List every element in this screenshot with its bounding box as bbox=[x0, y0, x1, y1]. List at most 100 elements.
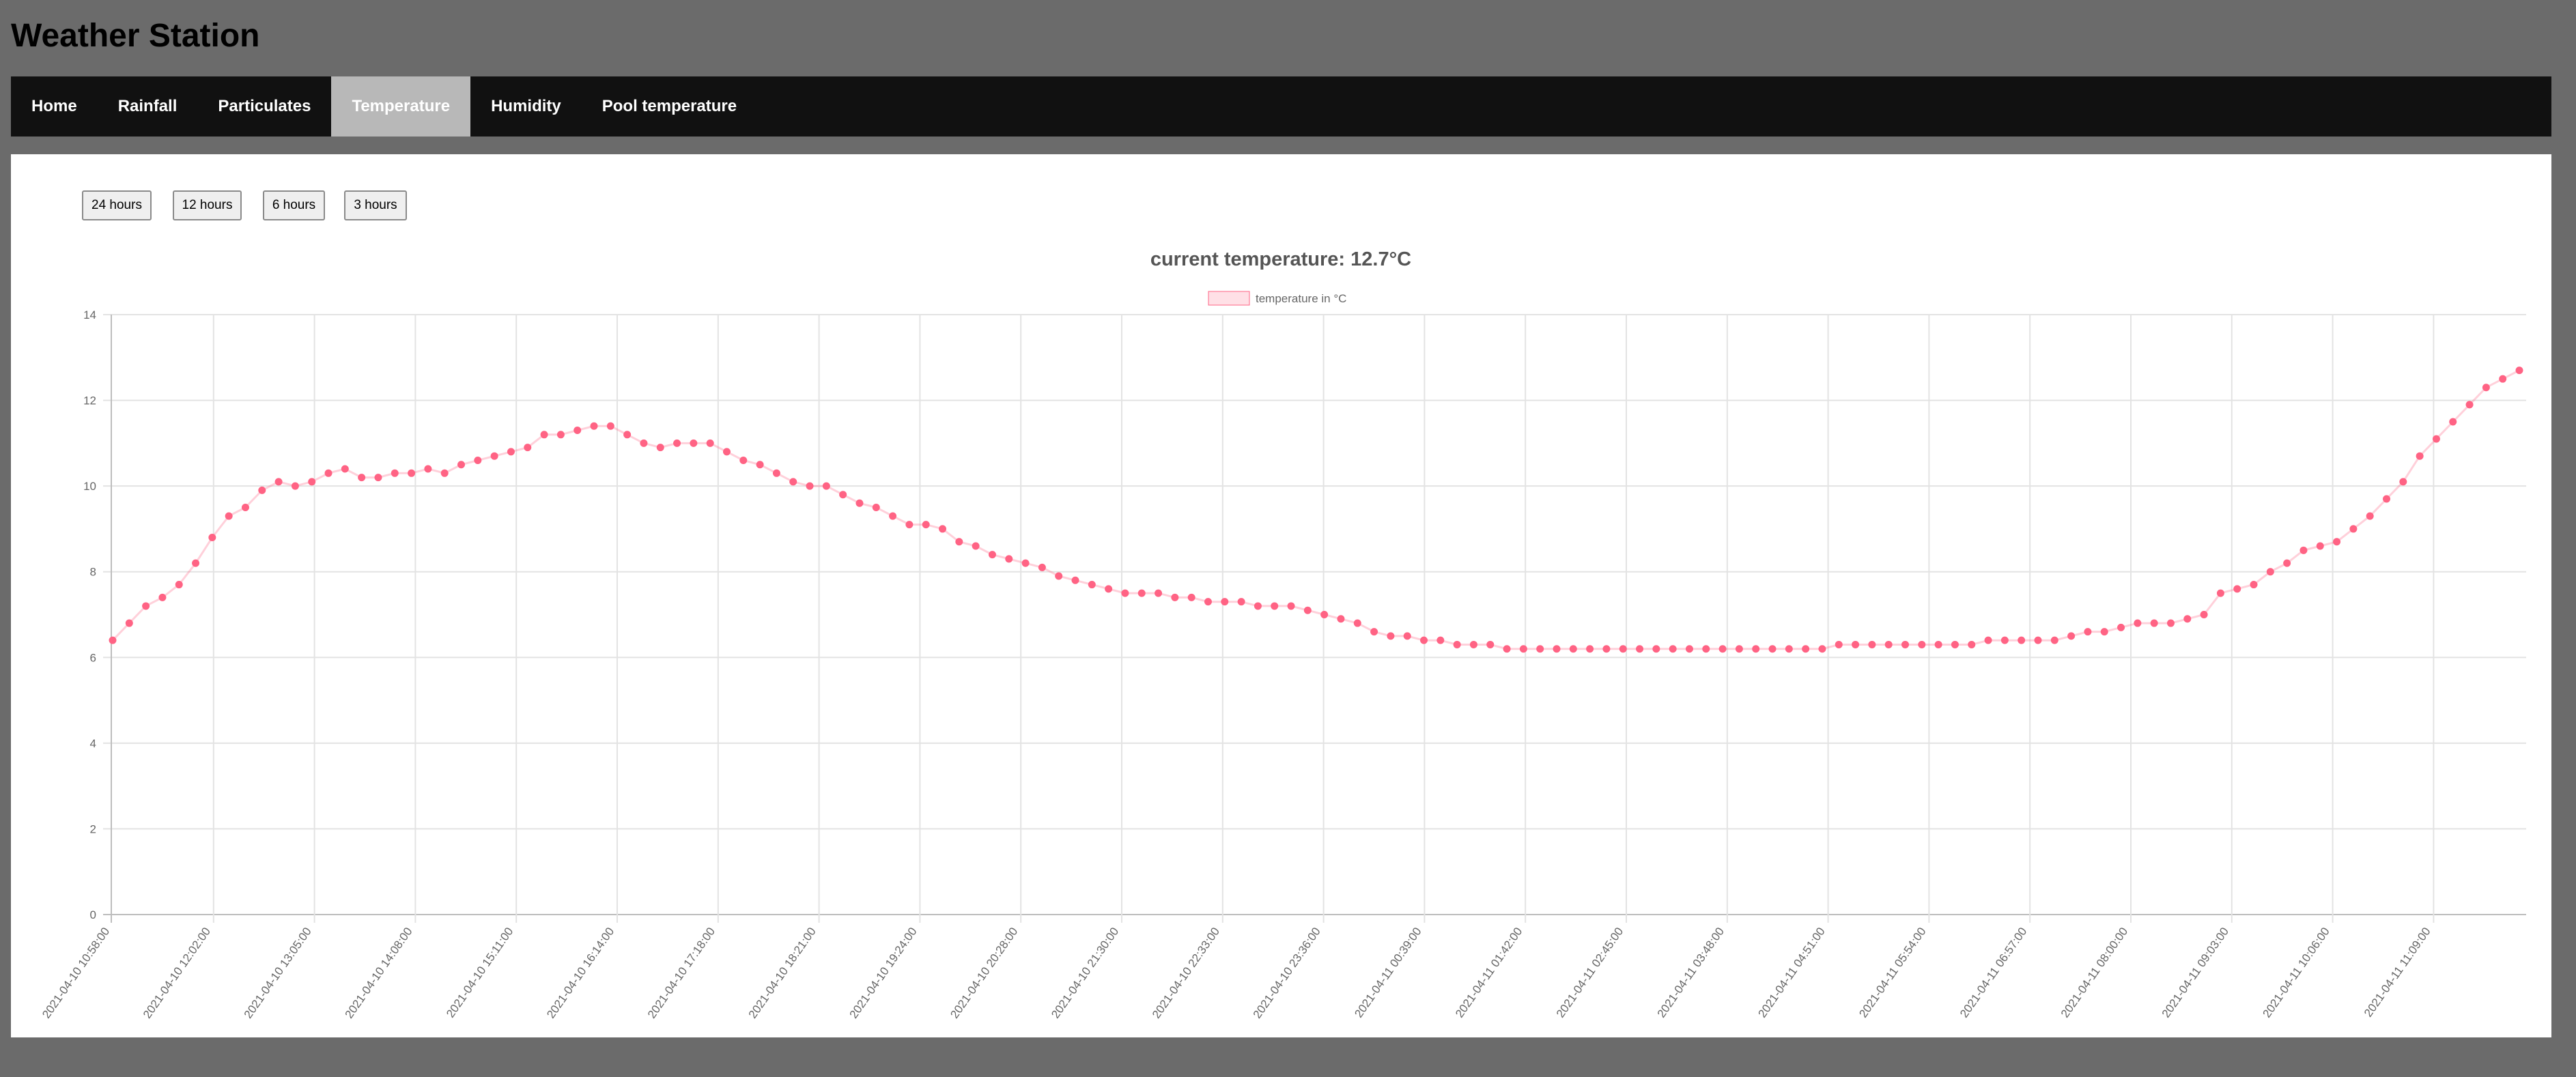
temperature-data-point bbox=[988, 551, 996, 559]
temperature-data-point bbox=[1702, 645, 1710, 653]
temperature-data-point bbox=[574, 427, 582, 435]
x-tick-label: 2021-04-10 15:11:00 bbox=[444, 925, 515, 1020]
temperature-data-point bbox=[457, 461, 466, 469]
y-tick-label: 4 bbox=[90, 737, 96, 750]
x-tick-label: 2021-04-10 16:14:00 bbox=[544, 925, 617, 1020]
temperature-data-point bbox=[1469, 640, 1477, 648]
temperature-data-point bbox=[1387, 632, 1395, 640]
y-tick-label: 2 bbox=[90, 822, 96, 835]
temperature-data-point bbox=[839, 491, 847, 499]
temperature-data-point bbox=[2499, 375, 2507, 383]
temperature-data-point bbox=[556, 431, 565, 439]
temperature-data-point bbox=[408, 469, 416, 477]
temperature-data-point bbox=[955, 538, 963, 546]
temperature-data-point bbox=[2000, 636, 2009, 644]
temperature-data-point bbox=[606, 422, 614, 430]
temperature-data-point bbox=[623, 431, 632, 439]
temperature-data-point bbox=[806, 482, 814, 490]
temperature-data-point bbox=[2183, 615, 2192, 623]
temperature-data-point bbox=[2166, 619, 2175, 627]
temperature-data-point bbox=[1619, 645, 1627, 653]
temperature-data-point bbox=[1420, 636, 1428, 644]
x-tick-label: 2021-04-11 11:09:00 bbox=[2362, 925, 2433, 1019]
temperature-data-point bbox=[756, 461, 764, 469]
temperature-data-point bbox=[1287, 602, 1295, 610]
x-tick-label: 2021-04-11 10:06:00 bbox=[2260, 925, 2332, 1020]
temperature-data-point bbox=[1105, 585, 1113, 593]
temperature-data-point bbox=[1453, 640, 1461, 648]
temperature-data-point bbox=[1768, 645, 1777, 653]
temperature-data-point bbox=[2349, 525, 2358, 533]
temperature-data-point bbox=[1669, 645, 1677, 653]
temperature-data-point bbox=[673, 439, 681, 447]
x-tick-label: 2021-04-11 08:00:00 bbox=[2058, 925, 2130, 1020]
temperature-data-point bbox=[1254, 602, 1262, 610]
temperature-data-point bbox=[474, 456, 482, 464]
temperature-data-point bbox=[1171, 593, 1179, 601]
temperature-data-point bbox=[2050, 636, 2058, 644]
temperature-data-point bbox=[2034, 636, 2042, 644]
x-tick-label: 2021-04-10 12:02:00 bbox=[141, 925, 213, 1020]
temperature-data-point bbox=[1353, 619, 1361, 627]
temperature-data-point bbox=[2515, 367, 2523, 375]
temperature-data-point bbox=[192, 559, 200, 567]
temperature-data-point bbox=[208, 533, 216, 541]
temperature-data-point bbox=[2283, 559, 2291, 567]
temperature-data-point bbox=[1884, 640, 1893, 648]
temperature-data-point bbox=[1852, 640, 1860, 648]
temperature-data-point bbox=[1718, 645, 1727, 653]
temperature-data-point bbox=[1303, 606, 1312, 614]
x-tick-label: 2021-04-10 17:18:00 bbox=[645, 925, 718, 1020]
temperature-data-point bbox=[640, 439, 648, 447]
temperature-data-point bbox=[374, 474, 382, 482]
temperature-data-point bbox=[1021, 559, 1030, 567]
temperature-data-point bbox=[1121, 589, 1129, 597]
temperature-data-point bbox=[1237, 598, 1245, 606]
temperature-data-point bbox=[540, 431, 548, 439]
temperature-data-point bbox=[1868, 640, 1876, 648]
temperature-data-point bbox=[1802, 645, 1810, 653]
temperature-data-point bbox=[1984, 636, 1992, 644]
temperature-data-point bbox=[1519, 645, 1527, 653]
temperature-data-point bbox=[1071, 576, 1079, 584]
temperature-data-point bbox=[1536, 645, 1544, 653]
x-tick-label: 2021-04-11 06:57:00 bbox=[1957, 925, 2029, 1020]
temperature-data-point bbox=[1752, 645, 1760, 653]
y-tick-label: 14 bbox=[83, 308, 96, 321]
temperature-data-point bbox=[972, 542, 980, 550]
x-tick-label: 2021-04-11 09:03:00 bbox=[2160, 925, 2231, 1020]
temperature-data-point bbox=[1337, 615, 1345, 623]
temperature-data-point bbox=[324, 469, 332, 477]
temperature-data-point bbox=[440, 469, 449, 477]
temperature-data-point bbox=[722, 448, 731, 456]
temperature-data-point bbox=[2416, 452, 2424, 460]
temperature-data-point bbox=[1137, 589, 1146, 597]
temperature-data-point bbox=[2266, 568, 2274, 576]
temperature-data-point bbox=[2250, 581, 2258, 589]
temperature-data-point bbox=[1569, 645, 1577, 653]
temperature-data-point bbox=[1436, 636, 1445, 644]
x-tick-label: 2021-04-10 13:05:00 bbox=[242, 925, 314, 1020]
temperature-data-point bbox=[109, 636, 117, 644]
temperature-data-point bbox=[1038, 563, 1046, 571]
x-tick-label: 2021-04-11 05:54:00 bbox=[1856, 925, 1928, 1020]
temperature-data-point bbox=[258, 486, 266, 494]
y-tick-label: 12 bbox=[83, 394, 96, 407]
legend-label[interactable]: temperature in °C bbox=[1256, 292, 1346, 305]
temperature-data-point bbox=[2134, 619, 2142, 627]
temperature-data-point bbox=[706, 439, 714, 447]
temperature-data-point bbox=[1586, 645, 1594, 653]
temperature-data-point bbox=[2084, 628, 2092, 636]
temperature-data-point bbox=[1320, 611, 1329, 618]
temperature-data-point bbox=[2333, 538, 2341, 546]
temperature-data-point bbox=[1735, 645, 1743, 653]
temperature-data-point bbox=[2233, 585, 2241, 593]
chart-series bbox=[109, 367, 2523, 653]
temperature-data-point bbox=[1934, 640, 1942, 648]
x-tick-label: 2021-04-10 20:28:00 bbox=[948, 925, 1020, 1020]
temperature-data-point bbox=[1005, 555, 1013, 563]
temperature-data-point bbox=[1602, 645, 1611, 653]
temperature-data-point bbox=[1204, 598, 1212, 606]
temperature-data-point bbox=[2432, 435, 2440, 443]
legend-swatch bbox=[1208, 291, 1250, 306]
